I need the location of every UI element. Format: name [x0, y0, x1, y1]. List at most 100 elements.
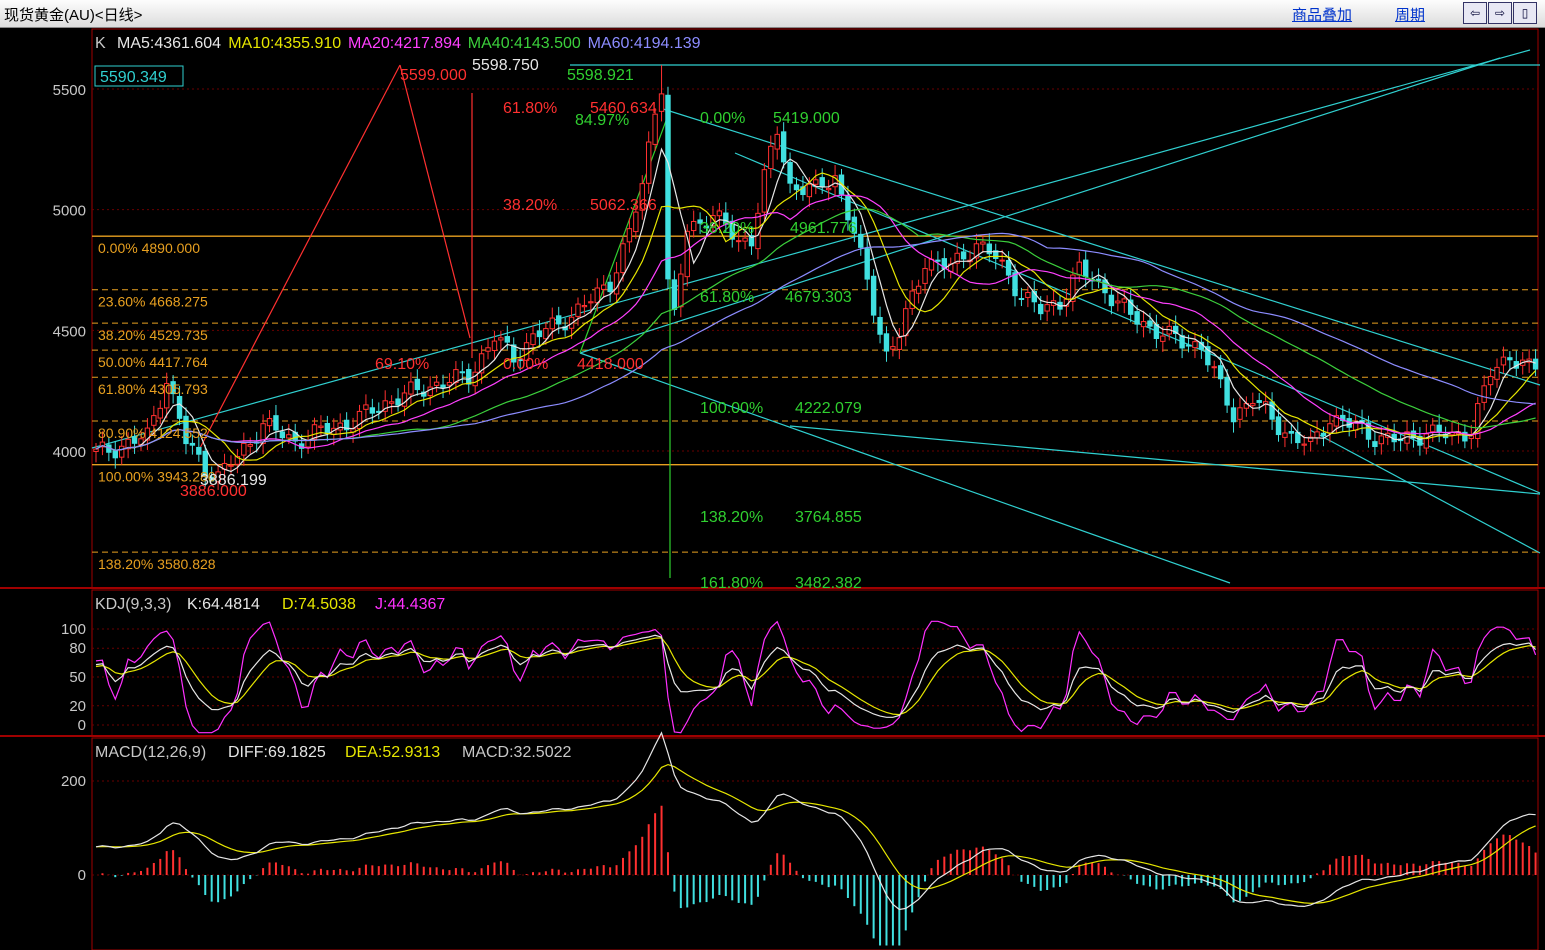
candle-body: [1179, 335, 1185, 349]
chart-area: 0.00% 4890.000 23.60% 4668.275 38.20% 4529…: [0, 28, 1545, 950]
candle-body: [1044, 304, 1050, 312]
candle-body: [1378, 435, 1385, 445]
macd-histogram-readout: MACD:32.5022: [462, 744, 571, 761]
candle-body: [928, 258, 935, 271]
red-fib-pct: 61.80%: [503, 100, 557, 117]
fib-level-label: 138.20% 3580.828: [98, 556, 216, 572]
candle-body: [1372, 441, 1378, 448]
candle-body: [266, 418, 273, 427]
candle-body: [1217, 365, 1224, 380]
candle-body: [1121, 298, 1127, 303]
period-link[interactable]: 周期: [1395, 4, 1425, 25]
candle-body: [151, 415, 157, 426]
candle-body: [408, 381, 414, 395]
red-fib-pct: 0.00%: [503, 356, 548, 373]
candle-body: [896, 337, 903, 350]
candle-body: [813, 179, 819, 185]
kdj-d-readout: D:74.5038: [282, 596, 356, 613]
candle-body: [1185, 344, 1192, 347]
candle-body: [1256, 400, 1262, 403]
candle-body: [318, 425, 324, 428]
candle-body: [768, 145, 774, 170]
candle-body: [337, 422, 343, 431]
candle-body: [157, 407, 163, 419]
candle-body: [845, 196, 851, 221]
macd-axis-tick: 0: [78, 867, 86, 884]
candle-body: [119, 445, 125, 458]
candle-body: [1102, 279, 1108, 294]
green-fib-value: 4222.079: [795, 400, 862, 417]
candle-body: [228, 464, 234, 467]
red-fib-value: 4418.000: [577, 356, 644, 373]
candle-body: [877, 317, 883, 335]
candle-body: [414, 378, 421, 391]
candle-body: [645, 141, 652, 184]
candle-body: [1108, 294, 1115, 307]
candle-body: [1115, 300, 1121, 304]
candle-body: [806, 183, 813, 198]
maximize-icon[interactable]: ▯: [1513, 2, 1537, 24]
candle-body: [620, 243, 626, 274]
candle-body: [1436, 424, 1442, 433]
next-arrow-icon[interactable]: ⇨: [1488, 2, 1512, 24]
green-fib-value: 5419.000: [773, 110, 840, 127]
ma60-line: [95, 232, 1536, 451]
ma-readout: MA5:4361.604: [117, 35, 221, 52]
candle-body: [1083, 259, 1089, 278]
candle-body: [241, 442, 247, 456]
candle-body: [1134, 311, 1140, 325]
ma5-line: [95, 147, 1536, 473]
candle-body: [369, 407, 376, 414]
candle-body: [1237, 407, 1243, 420]
candle-body: [1314, 431, 1320, 439]
extreme-label: 3886.000: [180, 483, 247, 500]
prev-arrow-icon[interactable]: ⇦: [1463, 2, 1487, 24]
candle-body: [504, 336, 511, 343]
candle-body: [459, 371, 466, 374]
candle-body: [446, 381, 453, 386]
candle-body: [935, 259, 941, 262]
candle-body: [427, 386, 433, 397]
overlay-link[interactable]: 商品叠加: [1292, 4, 1352, 25]
candle-body: [742, 237, 748, 242]
candle-body: [196, 446, 202, 455]
candle-body: [652, 113, 658, 145]
candle-body: [1250, 402, 1256, 406]
candle-body: [491, 340, 498, 351]
candle-body: [780, 131, 787, 163]
candle-body: [1275, 416, 1282, 436]
candle-body: [870, 275, 877, 316]
macd-axis-tick: 200: [61, 773, 86, 790]
trendline-down: [659, 107, 1541, 386]
candle-body: [883, 333, 890, 352]
candle-body: [858, 233, 864, 248]
candle-body: [401, 392, 408, 407]
window-title: 现货黄金(AU)<日线>: [4, 7, 143, 24]
candle-body: [1301, 443, 1307, 446]
candle-body: [1288, 430, 1295, 434]
candle-body: [716, 210, 723, 217]
green-fib-pct: 100.00%: [700, 400, 763, 417]
candle-body: [112, 450, 118, 459]
green-fib-value: 4679.303: [785, 289, 852, 306]
candle-body: [363, 404, 369, 410]
candle-body: [999, 259, 1005, 262]
macd-diff-readout: DIFF:69.1825: [228, 744, 326, 761]
kdj-axis-tick: 20: [69, 698, 86, 715]
candle-body: [825, 187, 832, 191]
candle-body: [1487, 376, 1494, 386]
candle-body: [1211, 366, 1217, 369]
candle-body: [588, 301, 594, 304]
candle-body: [607, 281, 613, 293]
candle-body: [1038, 303, 1044, 315]
extreme-label: 5599.000: [400, 67, 467, 84]
candle-body: [286, 434, 292, 439]
green-fib-pct: 161.80%: [700, 575, 763, 592]
candle-body: [530, 333, 536, 346]
fib-level-label: 80.90% 4124.552: [98, 425, 208, 441]
price-header-label: K: [95, 35, 106, 52]
macd-dea-line: [95, 763, 1536, 904]
candle-body: [1230, 407, 1237, 423]
green-fib-pct: 61.80%: [700, 289, 754, 306]
kdj-label: KDJ(9,3,3): [95, 596, 171, 613]
